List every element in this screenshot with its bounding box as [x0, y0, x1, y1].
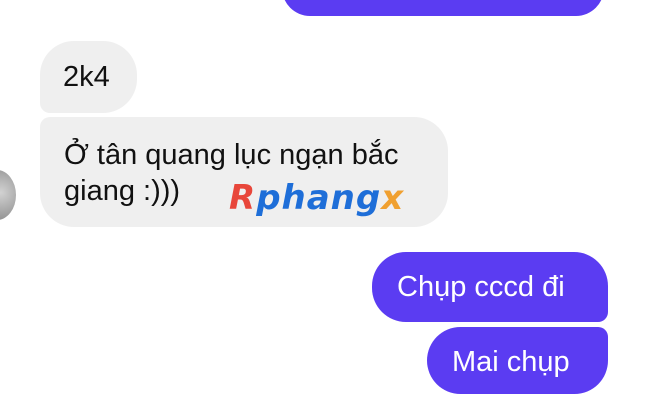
incoming-message-bubble[interactable]: 2k4	[40, 41, 137, 113]
contact-avatar[interactable]	[0, 170, 16, 220]
outgoing-message-bubble-partial[interactable]	[282, 0, 604, 16]
watermark-logo: Rphangx	[229, 178, 405, 218]
message-text: Mai chụp	[452, 346, 570, 378]
outgoing-message-bubble[interactable]: Chụp cccd đi	[372, 252, 608, 322]
message-text: Chụp cccd đi	[397, 271, 565, 303]
message-text: 2k4	[63, 61, 110, 93]
outgoing-message-bubble[interactable]: Mai chụp	[427, 327, 608, 394]
message-text-line: Ở tân quang lục ngạn bắc	[64, 139, 399, 171]
